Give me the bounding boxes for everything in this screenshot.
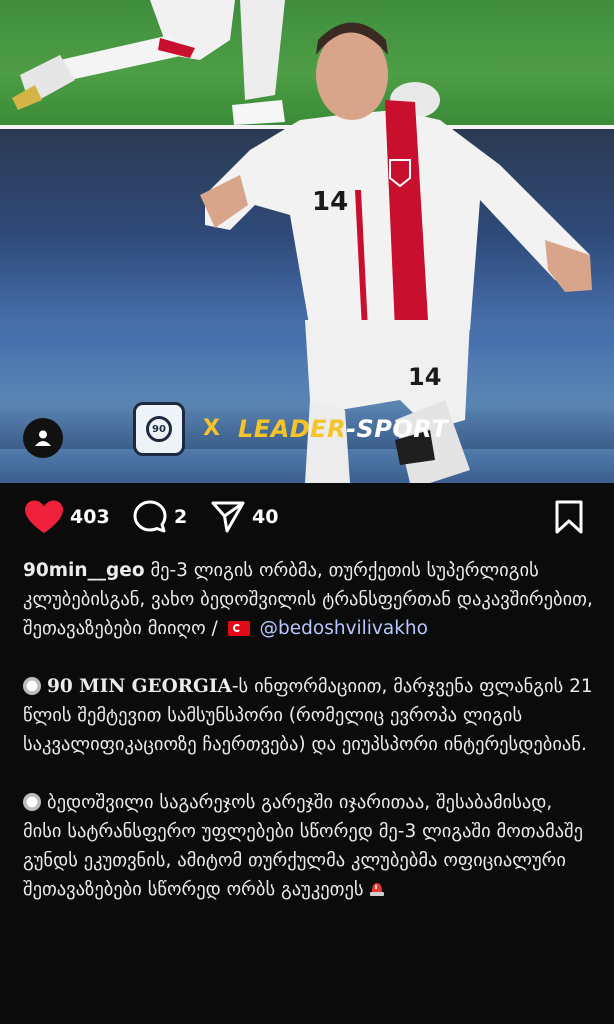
- send-icon: [211, 501, 245, 533]
- heart-icon: [25, 500, 63, 533]
- caption-paragraph-3: ბედოშვილი საგარეჯოს გარეჯში იჯარითაა, შე…: [23, 788, 593, 904]
- caption-paragraph-2: 90 MIN GEORGIA-ს ინფორმაციით, მარჯვენა ფ…: [23, 672, 593, 759]
- like-button[interactable]: 403: [24, 495, 110, 539]
- bullet-icon: [23, 677, 41, 695]
- caption-bold-source: 90 MIN GEORGIA: [47, 676, 232, 697]
- comment-icon: [133, 500, 167, 533]
- leader-text: LEADER: [238, 415, 347, 443]
- post-caption: 90min__geo მე-3 ლიგის ორბმა, თურქეთის სუ…: [23, 556, 593, 904]
- caption-username[interactable]: 90min__geo: [23, 560, 145, 581]
- jersey-number: 14: [312, 187, 348, 217]
- share-count: 40: [252, 506, 279, 528]
- leader-sport-logo: LEADER-SPORT: [238, 415, 448, 443]
- brand-separator: X: [203, 416, 220, 441]
- sport-text: -SPORT: [346, 415, 449, 443]
- comment-count: 2: [174, 506, 188, 528]
- user-icon: [35, 430, 51, 446]
- caption-mention[interactable]: @bedoshvilivakho: [260, 618, 428, 639]
- 90min-logo-text: 90: [146, 416, 172, 442]
- bullet-icon: [23, 793, 41, 811]
- post-actions-bar: 403 2 40: [0, 495, 614, 539]
- svg-text:14: 14: [408, 363, 441, 391]
- bookmark-button[interactable]: [554, 495, 584, 539]
- siren-icon: [370, 883, 385, 896]
- player-main-figure: 14 14: [200, 22, 592, 483]
- turkey-flag-icon: [227, 621, 250, 636]
- post-image[interactable]: 14 14 90 X LEADER-SPORT: [0, 0, 614, 483]
- share-button[interactable]: 40: [210, 495, 278, 539]
- caption-paragraph-1: 90min__geo მე-3 ლიგის ორბმა, თურქეთის სუ…: [23, 556, 593, 643]
- like-count: 403: [70, 506, 110, 528]
- 90min-logo: 90: [133, 402, 185, 456]
- caption-text-3: ბედოშვილი საგარეჯოს გარეჯში იჯარითაა, შე…: [23, 792, 583, 900]
- comment-button[interactable]: 2: [132, 495, 187, 539]
- bookmark-icon: [555, 500, 583, 534]
- tagged-user-button[interactable]: [23, 418, 63, 458]
